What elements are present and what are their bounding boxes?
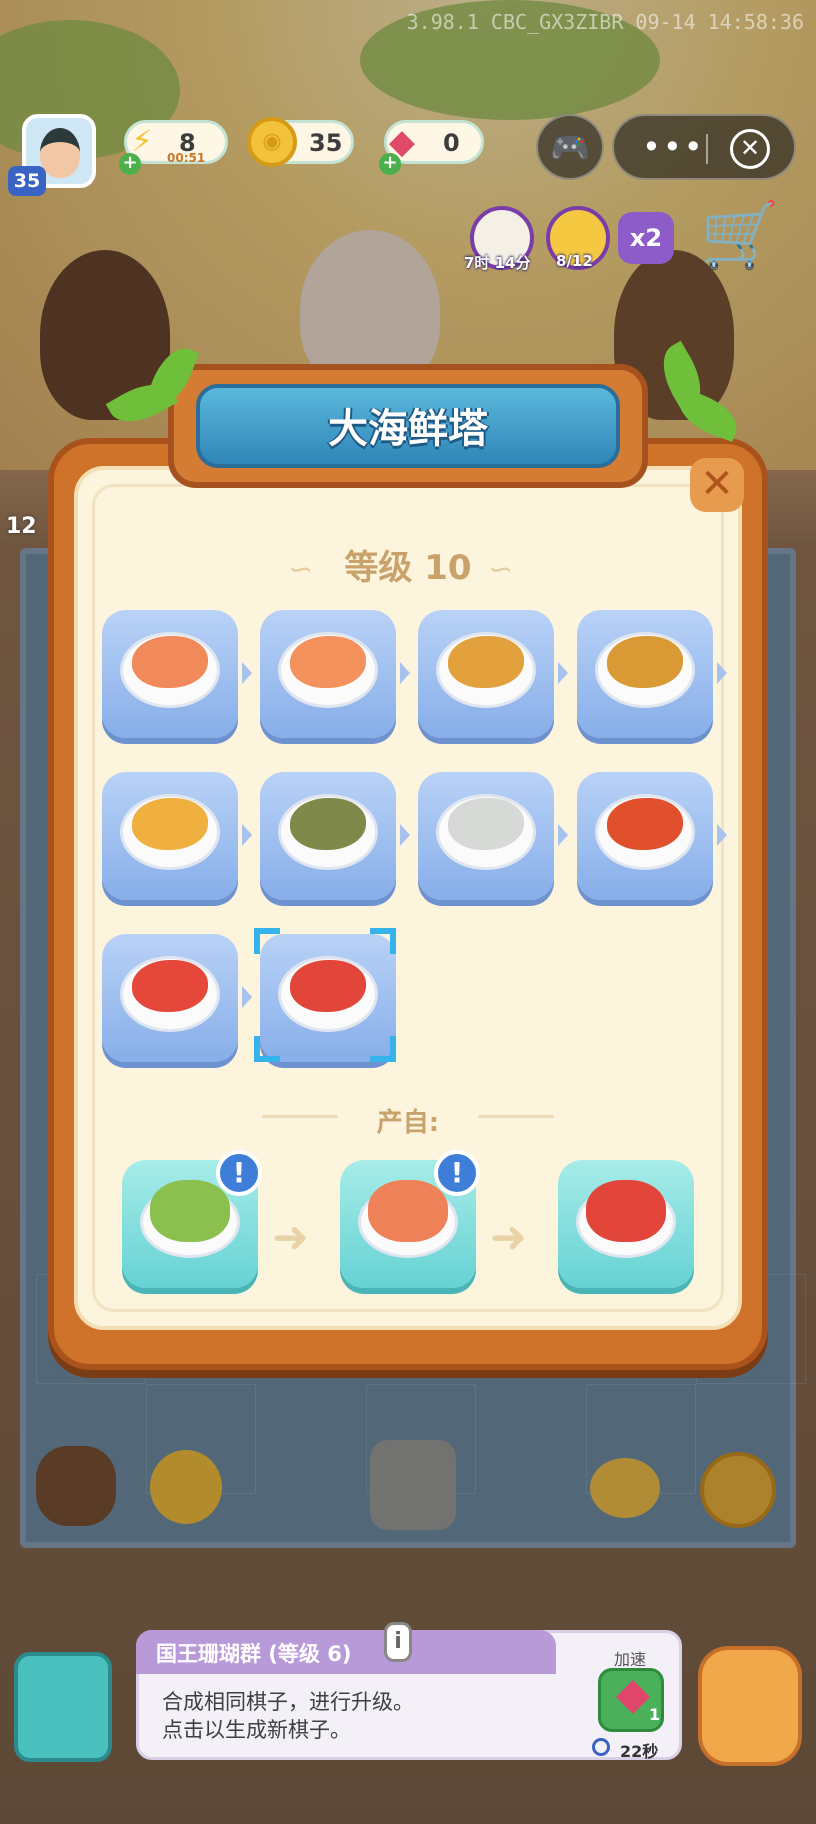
- selection-corner: [370, 928, 396, 954]
- divider-right: [478, 1115, 554, 1118]
- storage-chest-button[interactable]: [14, 1652, 112, 1762]
- gem-counter[interactable]: ◆ 0 +: [379, 120, 484, 175]
- source-item-seafood-tower[interactable]: [558, 1160, 694, 1288]
- chain-item-shrimp-pasta-plate[interactable]: [102, 772, 252, 900]
- miniprogram-capsule: ••• ✕: [612, 114, 796, 180]
- add-gems-icon[interactable]: +: [379, 153, 401, 175]
- mussel-plate-icon: [290, 798, 366, 850]
- chain-arrow-icon: [400, 662, 410, 684]
- selection-corner: [370, 1036, 396, 1062]
- hint-line-1: 合成相同棋子，进行升级。: [162, 1690, 414, 1714]
- source-item-seafood-platter[interactable]: !: [340, 1150, 480, 1288]
- coin-value: 35: [309, 129, 343, 157]
- gamepad-button[interactable]: 🎮: [536, 114, 604, 180]
- energy-counter[interactable]: ⚡ 8 00:51 +: [119, 120, 228, 175]
- alert-icon[interactable]: !: [434, 1150, 480, 1196]
- drill-tool-button[interactable]: [698, 1646, 802, 1766]
- multiplier-badge[interactable]: x2: [618, 212, 674, 264]
- capsule-divider: [706, 134, 708, 164]
- produced-by-label: 产自:: [376, 1108, 440, 1138]
- chain-item-salmon-steak[interactable]: [102, 610, 252, 738]
- divider-left: [262, 1115, 338, 1118]
- event-timer-label: 7时 14分: [464, 254, 531, 272]
- grilled-fish-plate-icon: [448, 636, 524, 688]
- clock-icon: [592, 1738, 610, 1756]
- speedup-time: 22秒: [620, 1742, 659, 1761]
- shrimp-pasta-plate-icon: [132, 798, 208, 850]
- item-level-label: 等级 10: [344, 548, 472, 588]
- chain-arrow-icon: [558, 662, 568, 684]
- chain-arrow-icon: [242, 986, 252, 1008]
- chain-item-crab-plate[interactable]: [577, 772, 727, 900]
- seafood-tower-icon: [586, 1180, 666, 1242]
- close-modal-button[interactable]: ✕: [690, 458, 744, 512]
- alert-icon[interactable]: !: [216, 1150, 262, 1196]
- side-counter-value: 12: [6, 514, 37, 539]
- selected-item-title: 国王珊瑚群 (等级 6): [156, 1642, 352, 1666]
- shop-cart-icon[interactable]: 🛒: [700, 198, 780, 273]
- chain-arrow-icon: [717, 662, 727, 684]
- close-miniprogram-icon[interactable]: ✕: [730, 129, 770, 169]
- chain-item-oyster-plate[interactable]: [418, 772, 568, 900]
- chain-item-mussel-plate[interactable]: [260, 772, 410, 900]
- fish-salad-plate-icon: [607, 636, 683, 688]
- seafood-tower-icon: [290, 960, 366, 1012]
- gamepad-icon: 🎮: [550, 128, 590, 166]
- lobster-tail-plate-icon: [132, 960, 208, 1012]
- speedup-cost: 1: [649, 1705, 661, 1724]
- avatar-face: [40, 128, 80, 178]
- chain-arrow-icon: [242, 662, 252, 684]
- chain-item-grilled-fish-plate[interactable]: [418, 610, 568, 738]
- chain-item-seafood-tower[interactable]: [254, 928, 396, 1062]
- chain-item-lobster-tail-plate[interactable]: [102, 934, 252, 1062]
- coin-icon: ◉: [247, 117, 297, 167]
- selection-corner: [254, 928, 280, 954]
- salmon-fillet-board-icon: [290, 636, 366, 688]
- info-icon[interactable]: i: [384, 1622, 412, 1662]
- modal-title: 大海鲜塔: [328, 406, 488, 452]
- player-level-badge: 35: [8, 166, 46, 196]
- chain-item-fish-salad-plate[interactable]: [577, 610, 727, 738]
- chain-arrow-icon: [242, 824, 252, 846]
- source-item-green-tent[interactable]: !: [122, 1150, 262, 1288]
- event-progress-label: 8/12: [556, 252, 593, 270]
- add-energy-icon[interactable]: +: [119, 153, 141, 175]
- arrow-right-icon: ➜: [272, 1212, 309, 1263]
- energy-timer: 00:51: [167, 151, 206, 165]
- salmon-steak-icon: [132, 636, 208, 688]
- oyster-plate-icon: [448, 798, 524, 850]
- chain-arrow-icon: [717, 824, 727, 846]
- seafood-platter-icon: [368, 1180, 448, 1242]
- selection-corner: [254, 1036, 280, 1062]
- speedup-label: 加速: [614, 1650, 647, 1669]
- speedup-button[interactable]: 1: [598, 1668, 664, 1732]
- chain-arrow-icon: [400, 824, 410, 846]
- chain-arrow-icon: [558, 824, 568, 846]
- version-watermark: 3.98.1 CBC_GX3ZIBR 09-14 14:58:36: [406, 10, 804, 34]
- gem-value: 0: [443, 129, 460, 157]
- green-tent-icon: [150, 1180, 230, 1242]
- more-icon[interactable]: •••: [642, 128, 705, 166]
- arrow-right-icon: ➜: [490, 1212, 527, 1263]
- gem-icon: [616, 1680, 650, 1714]
- chain-item-salmon-fillet-board[interactable]: [260, 610, 410, 738]
- coin-counter[interactable]: ◉ 35: [247, 117, 354, 167]
- swirl-right-icon: ∽: [488, 552, 514, 587]
- side-counter: 12: [2, 484, 42, 544]
- hint-line-2: 点击以生成新棋子。: [162, 1718, 351, 1742]
- crab-plate-icon: [607, 798, 683, 850]
